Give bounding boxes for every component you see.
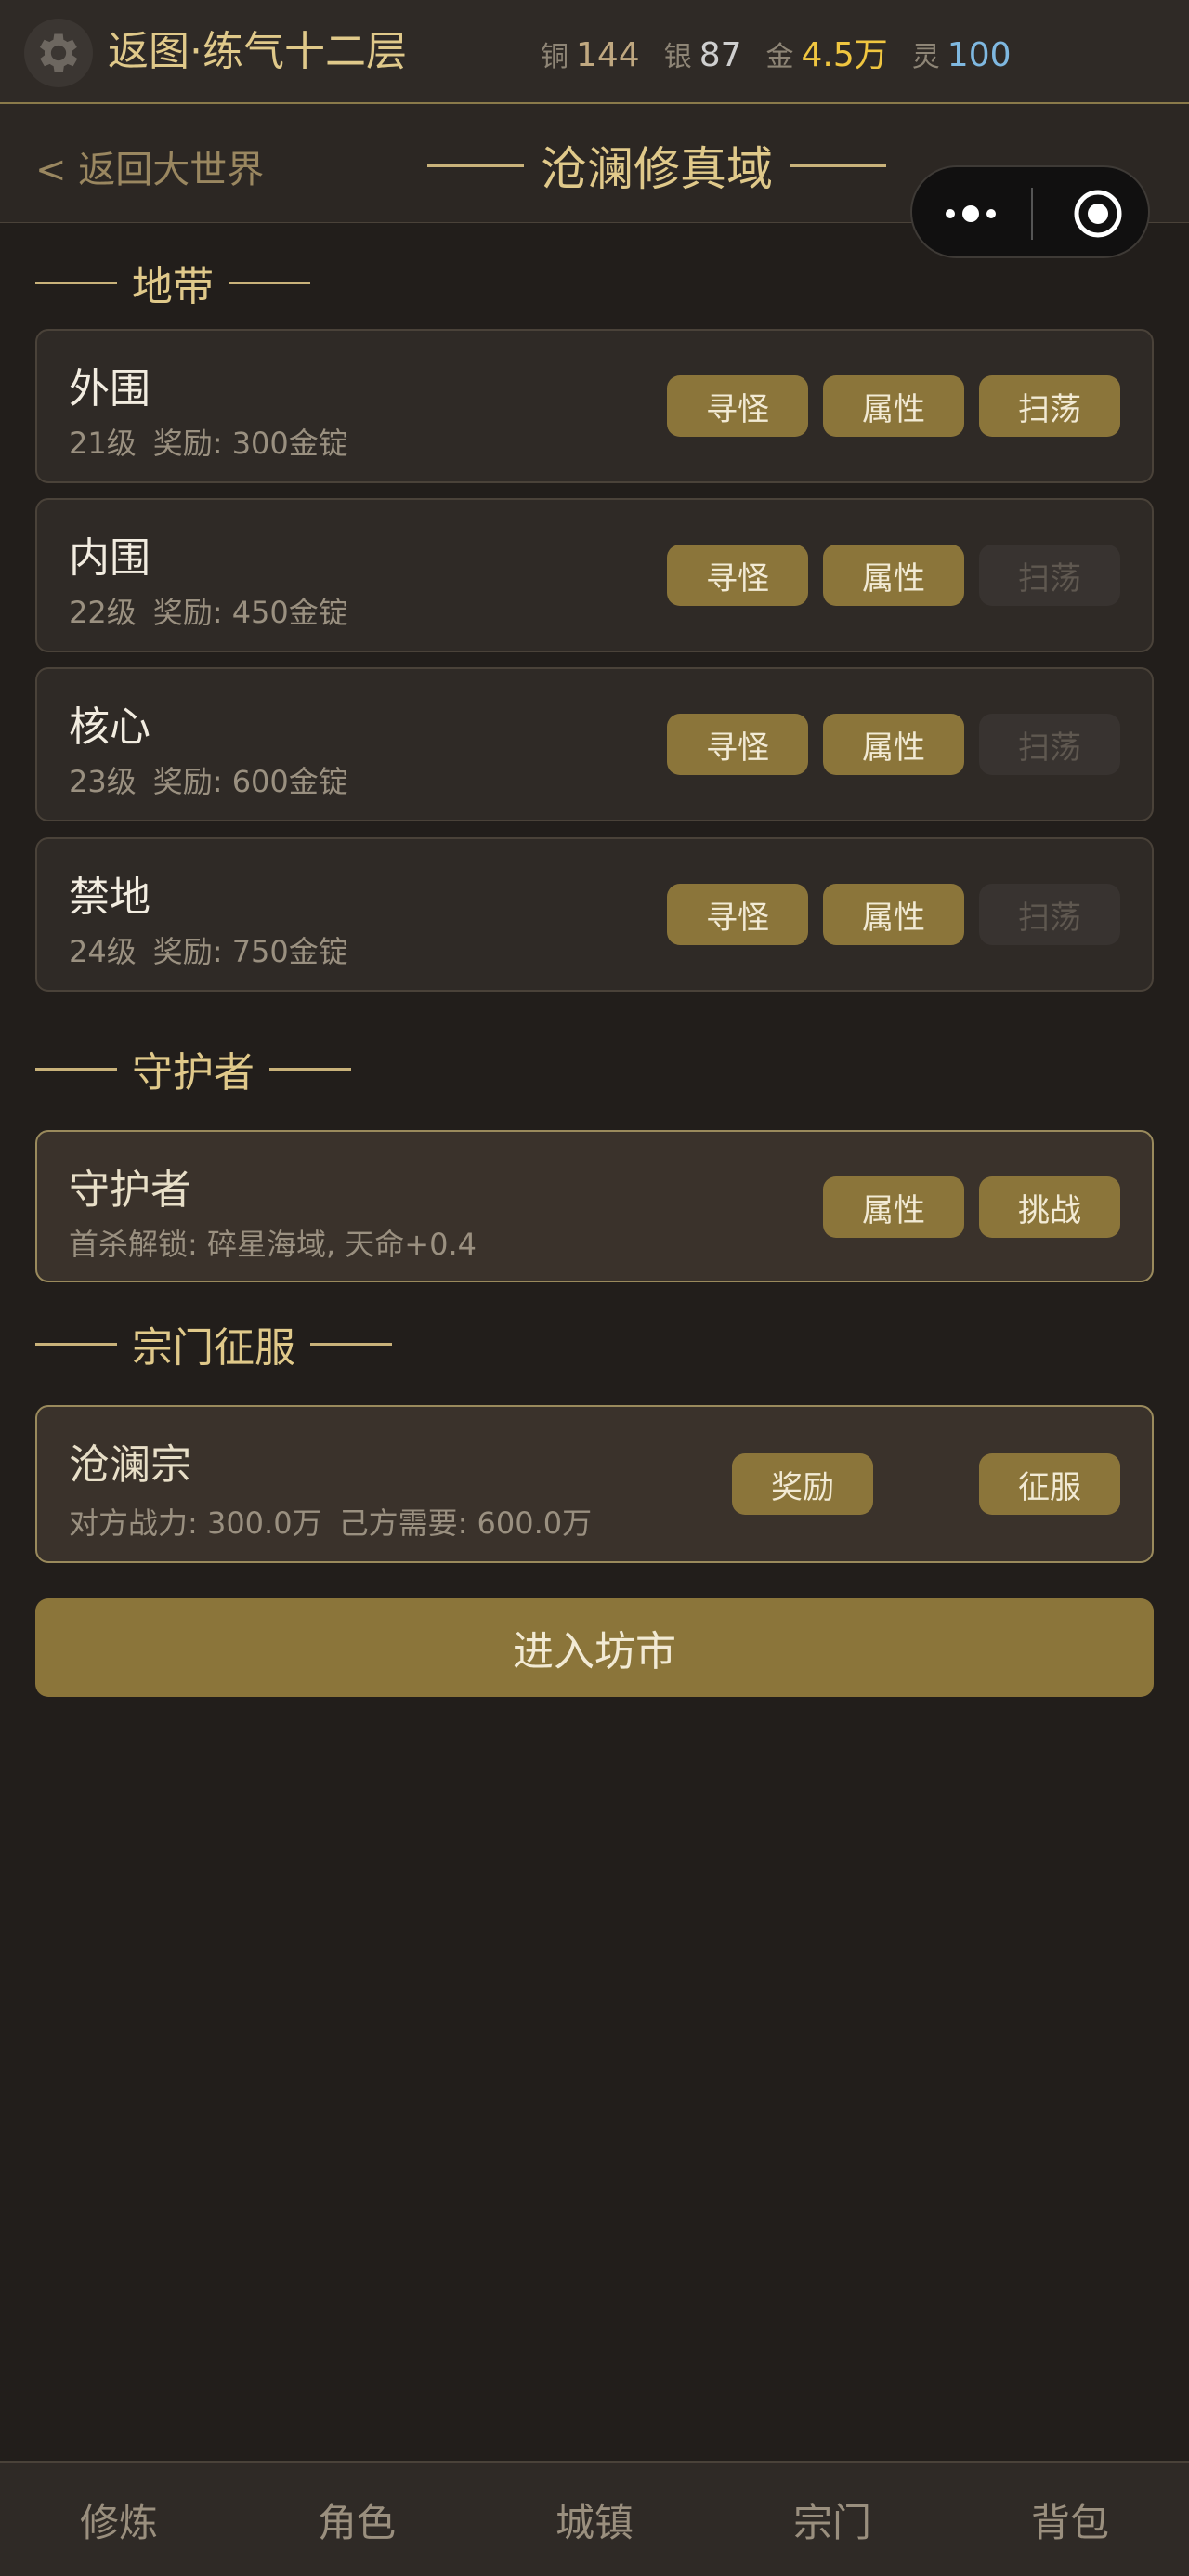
conquest-section-title: 宗门征服 bbox=[132, 1324, 295, 1372]
currency-silver-value: 87 bbox=[699, 36, 742, 74]
nav-backpack[interactable]: 背包 bbox=[951, 2463, 1189, 2576]
region-title-text: 沧澜修真域 bbox=[541, 142, 773, 196]
hunt-button[interactable]: 寻怪 bbox=[667, 714, 808, 775]
title-rule-right bbox=[790, 164, 886, 167]
zone-card-forbidden: 禁地 24级 奖励: 750金锭 寻怪 属性 扫荡 bbox=[35, 837, 1154, 992]
conquer-button[interactable]: 征服 bbox=[979, 1453, 1120, 1515]
currency-silver: 银 87 bbox=[664, 33, 742, 74]
zone-info: 22级 奖励: 450金锭 bbox=[69, 589, 348, 632]
currency-copper-label: 铜 bbox=[541, 41, 568, 73]
currency-gold-label: 金 bbox=[765, 41, 794, 73]
currency-copper: 铜 144 bbox=[541, 33, 640, 74]
zone-level: 22级 bbox=[69, 595, 137, 630]
settings-button[interactable] bbox=[24, 19, 93, 87]
zone-card-core: 核心 23级 奖励: 600金锭 寻怪 属性 扫荡 bbox=[35, 667, 1154, 821]
capsule-divider bbox=[1031, 188, 1033, 240]
currency-spirit: 灵 100 bbox=[912, 33, 1012, 74]
zone-reward: 奖励: 600金锭 bbox=[152, 764, 348, 799]
enemy-power: 对方战力: 300.0万 bbox=[69, 1505, 322, 1541]
miniprogram-capsule bbox=[910, 165, 1150, 258]
sweep-button[interactable]: 扫荡 bbox=[979, 375, 1120, 437]
attributes-button[interactable]: 属性 bbox=[823, 545, 964, 606]
attributes-button[interactable]: 属性 bbox=[823, 375, 964, 437]
guardian-section-header: 守护者 bbox=[35, 1039, 351, 1098]
zone-card-outer: 外围 21级 奖励: 300金锭 寻怪 属性 扫荡 bbox=[35, 329, 1154, 483]
more-dot bbox=[946, 209, 955, 218]
conquest-reward-button[interactable]: 奖励 bbox=[732, 1453, 873, 1515]
guardian-attributes-button[interactable]: 属性 bbox=[823, 1176, 964, 1238]
zone-card-inner: 内围 22级 奖励: 450金锭 寻怪 属性 扫荡 bbox=[35, 498, 1154, 652]
player-name: 返图·练气十二层 bbox=[108, 28, 407, 75]
currency-bar: 铜 144 银 87 金 4.5万 灵 100 bbox=[541, 28, 1012, 76]
nav-character[interactable]: 角色 bbox=[238, 2463, 476, 2576]
hunt-button[interactable]: 寻怪 bbox=[667, 545, 808, 606]
challenge-button[interactable]: 挑战 bbox=[979, 1176, 1120, 1238]
zone-info: 24级 奖励: 750金锭 bbox=[69, 928, 348, 971]
attributes-button[interactable]: 属性 bbox=[823, 884, 964, 945]
zone-level: 24级 bbox=[69, 934, 137, 969]
currency-gold-value: 4.5万 bbox=[801, 36, 888, 74]
guardian-section-title: 守护者 bbox=[132, 1049, 255, 1097]
currency-spirit-value: 100 bbox=[947, 36, 1012, 74]
section-rule-right bbox=[269, 1067, 351, 1071]
title-rule-left bbox=[427, 164, 524, 167]
back-to-world-link[interactable]: < 返回大世界 bbox=[35, 139, 264, 193]
zones-section-title: 地带 bbox=[132, 263, 214, 310]
bottom-nav: 修炼 角色 城镇 宗门 背包 bbox=[0, 2461, 1189, 2576]
sect-conquest-card: 沧澜宗 对方战力: 300.0万 己方需要: 600.0万 奖励 征服 bbox=[35, 1405, 1154, 1563]
top-status-bar: 返图·练气十二层 铜 144 银 87 金 4.5万 灵 100 bbox=[0, 0, 1189, 104]
currency-gold: 金 4.5万 bbox=[766, 28, 888, 76]
zone-name: 核心 bbox=[69, 703, 150, 751]
zone-level: 23级 bbox=[69, 764, 137, 799]
zone-name: 内围 bbox=[69, 534, 150, 582]
section-rule-left bbox=[35, 1067, 117, 1071]
section-rule-left bbox=[35, 281, 117, 284]
section-rule-right bbox=[310, 1342, 392, 1346]
sweep-button-disabled: 扫荡 bbox=[979, 714, 1120, 775]
required-power: 己方需要: 600.0万 bbox=[338, 1505, 593, 1541]
section-rule-left bbox=[35, 1342, 117, 1346]
nav-cultivate[interactable]: 修炼 bbox=[0, 2463, 238, 2576]
nav-town[interactable]: 城镇 bbox=[476, 2463, 713, 2576]
more-dot bbox=[962, 205, 979, 222]
guardian-name: 守护者 bbox=[69, 1166, 191, 1214]
close-miniprogram-icon[interactable] bbox=[1070, 186, 1126, 242]
zone-info: 23级 奖励: 600金锭 bbox=[69, 758, 348, 801]
hunt-button[interactable]: 寻怪 bbox=[667, 884, 808, 945]
currency-copper-value: 144 bbox=[576, 36, 640, 74]
section-rule-right bbox=[229, 281, 310, 284]
sweep-button-disabled: 扫荡 bbox=[979, 545, 1120, 606]
zone-reward: 奖励: 450金锭 bbox=[152, 595, 348, 630]
zone-reward: 奖励: 750金锭 bbox=[152, 934, 348, 969]
sect-power-info: 对方战力: 300.0万 己方需要: 600.0万 bbox=[69, 1500, 592, 1543]
hunt-button[interactable]: 寻怪 bbox=[667, 375, 808, 437]
region-title: 沧澜修真域 bbox=[427, 132, 886, 199]
conquest-section-header: 宗门征服 bbox=[35, 1314, 392, 1373]
sweep-button-disabled: 扫荡 bbox=[979, 884, 1120, 945]
guardian-card: 守护者 首杀解锁: 碎星海域, 天命+0.4 属性 挑战 bbox=[35, 1130, 1154, 1282]
currency-spirit-label: 灵 bbox=[911, 41, 940, 73]
zones-section-header: 地带 bbox=[35, 253, 310, 312]
currency-silver-label: 银 bbox=[663, 41, 692, 73]
guardian-info: 首杀解锁: 碎星海域, 天命+0.4 bbox=[69, 1221, 477, 1264]
zone-reward: 奖励: 300金锭 bbox=[152, 426, 348, 461]
more-menu-button[interactable] bbox=[946, 197, 1011, 230]
attributes-button[interactable]: 属性 bbox=[823, 714, 964, 775]
zone-level: 21级 bbox=[69, 426, 137, 461]
gear-icon bbox=[39, 33, 78, 72]
more-dot bbox=[986, 209, 996, 218]
sect-name: 沧澜宗 bbox=[69, 1441, 191, 1489]
enter-market-button[interactable]: 进入坊市 bbox=[35, 1598, 1154, 1697]
guardian-unlock-info: 首杀解锁: 碎星海域, 天命+0.4 bbox=[69, 1227, 477, 1262]
nav-sect[interactable]: 宗门 bbox=[713, 2463, 951, 2576]
zone-name: 外围 bbox=[69, 365, 150, 413]
zone-name: 禁地 bbox=[69, 874, 150, 921]
zone-info: 21级 奖励: 300金锭 bbox=[69, 420, 348, 463]
